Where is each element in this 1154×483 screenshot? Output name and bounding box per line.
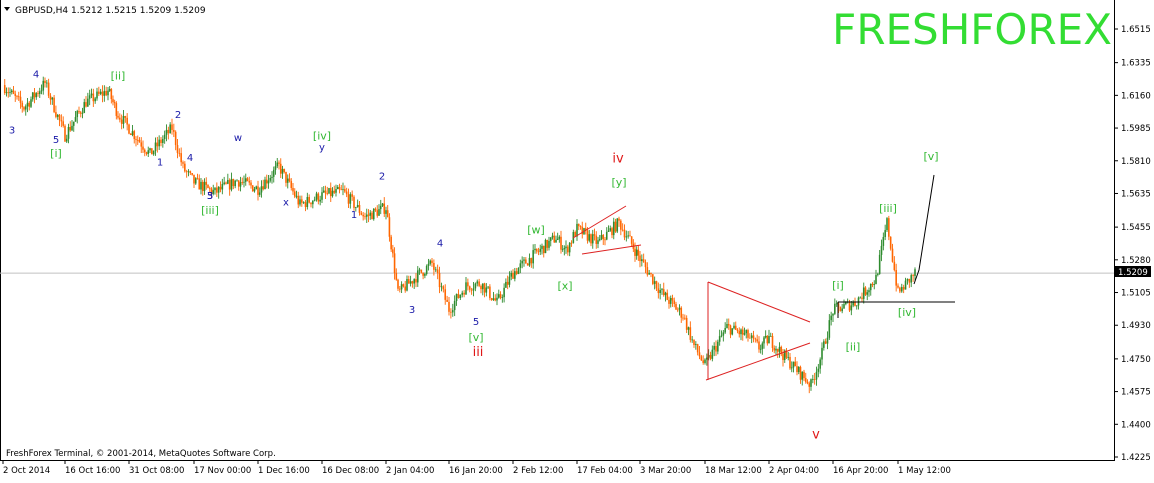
wave-label: [ii] (846, 340, 861, 353)
wave-label: [iii] (201, 204, 219, 217)
wave-label: 5 (473, 317, 479, 328)
wave-label: v (812, 427, 820, 442)
candle (128, 123, 130, 135)
x-tick-label: 2 Apr 04:00 (769, 466, 819, 476)
x-tick-label: 16 Jan 20:00 (449, 466, 503, 476)
x-tick-label: 17 Nov 00:00 (194, 466, 251, 476)
candle (544, 238, 547, 254)
wave-label: iv (612, 152, 624, 167)
candle (425, 264, 428, 276)
x-tick-label: 3 Mar 20:00 (640, 466, 691, 476)
x-tick-label: 31 Oct 08:00 (129, 466, 184, 476)
candle (251, 185, 254, 192)
wave-label: 4 (437, 239, 443, 250)
candle (517, 267, 520, 275)
wave-label: [w] (527, 224, 545, 237)
y-tick-label: 1.5985 (1121, 124, 1151, 134)
candle (731, 328, 734, 336)
wave-label: [i] (832, 279, 844, 292)
wave-label: 1 (157, 157, 163, 168)
candle (53, 94, 55, 114)
candle (888, 215, 890, 241)
wave-label: y (319, 142, 325, 153)
x-tick-label: 16 Oct 16:00 (65, 466, 120, 476)
candle (616, 217, 619, 234)
candle (372, 208, 375, 221)
candle (886, 217, 888, 233)
y-tick-label: 1.5105 (1121, 289, 1151, 299)
wave-label: [iii] (879, 202, 897, 215)
y-tick-label: 1.6335 (1121, 59, 1151, 69)
wave-label: 5 (53, 135, 59, 146)
x-tick-label: 18 Mar 12:00 (705, 466, 762, 476)
wave-label: 4 (33, 70, 39, 81)
y-tick-label: 1.4750 (1121, 355, 1151, 365)
wave-label: [iv] (313, 129, 331, 142)
wave-label: x (283, 198, 289, 209)
wave-label: 4 (187, 153, 193, 164)
wave-label: iii (473, 345, 484, 360)
y-tick-label: 1.4400 (1121, 420, 1151, 430)
symbol-ohlc-label: GBPUSD,H4 1.5212 1.5215 1.5209 1.5209 (15, 6, 206, 16)
chart-header: GBPUSD,H4 1.5212 1.5215 1.5209 1.5209 (4, 6, 206, 16)
y-tick-label: 1.4225 (1121, 453, 1151, 463)
wave-label: 2 (175, 110, 181, 121)
wave-label: [v] (468, 331, 483, 344)
x-tick-label: 1 May 12:00 (898, 466, 951, 476)
wave-label: 1 (351, 210, 357, 221)
wave-label: [i] (50, 147, 62, 160)
y-tick-label: 1.5455 (1121, 223, 1151, 233)
wave-label: 5 (207, 191, 213, 202)
chart-window[interactable]: FRESHFOREX GBPUSD,H4 1.5212 1.5215 1.520… (0, 0, 1154, 479)
candle (864, 286, 867, 297)
current-price-label: 1.5209 (1118, 268, 1148, 278)
y-tick-label: 1.5635 (1121, 189, 1151, 199)
wave-label: 2 (379, 171, 385, 182)
candle (652, 273, 654, 286)
wave-label: [v] (923, 150, 938, 163)
x-tick-label: 2 Oct 2014 (3, 466, 50, 476)
y-tick-label: 1.6160 (1121, 91, 1151, 101)
y-tick-label: 1.5810 (1121, 157, 1151, 167)
x-tick-label: 16 Dec 08:00 (322, 466, 379, 476)
x-tick-label: 2 Feb 12:00 (513, 466, 563, 476)
candle (889, 236, 892, 251)
wave-label: [y] (611, 176, 626, 189)
wave-label: [iv] (898, 306, 916, 319)
y-tick-label: 1.4930 (1121, 321, 1151, 331)
y-tick-label: 1.4575 (1121, 388, 1151, 398)
x-tick-label: 1 Dec 16:00 (258, 466, 310, 476)
candle (64, 124, 66, 142)
candle (839, 306, 842, 312)
y-tick-label: 1.6515 (1121, 25, 1151, 35)
copyright-footer: FreshForex Terminal, © 2001-2014, MetaQu… (6, 449, 276, 459)
candle (151, 148, 153, 155)
x-tick-label: 2 Jan 04:00 (386, 466, 434, 476)
wave-label: 3 (409, 305, 415, 316)
candle (328, 187, 330, 195)
brand-watermark: FRESHFOREX (832, 5, 1112, 54)
wave-label: [x] (557, 280, 572, 293)
wave-label: 3 (9, 126, 15, 137)
y-tick-label: 1.5280 (1121, 256, 1151, 266)
x-tick-label: 16 Apr 20:00 (833, 466, 888, 476)
price-chart[interactable]: FRESHFOREX GBPUSD,H4 1.5212 1.5215 1.520… (0, 0, 1154, 479)
wave-label: [ii] (111, 69, 126, 82)
wave-label: w (234, 133, 242, 144)
x-tick-label: 17 Feb 04:00 (577, 466, 633, 476)
candle (489, 284, 491, 301)
